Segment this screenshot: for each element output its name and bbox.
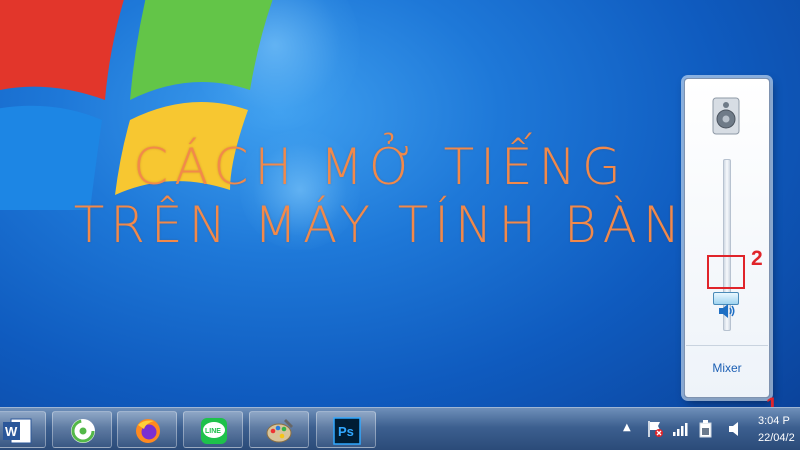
svg-text:W: W	[5, 424, 18, 439]
show-hidden-icons-chevron-icon[interactable]: ▲	[623, 422, 631, 433]
clock-date: 22/04/2	[758, 432, 795, 444]
taskbar-paint-button[interactable]	[249, 411, 309, 448]
app-icon	[71, 419, 95, 443]
volume-tray-icon[interactable]	[727, 420, 743, 438]
taskbar-firefox-button[interactable]	[117, 411, 177, 448]
desktop-background: CÁCH MỞ TIẾNG TRÊN MÁY TÍNH BÀN 2 Mixer …	[0, 0, 800, 450]
paint-icon	[266, 419, 293, 443]
taskbar-photoshop-button[interactable]: Ps	[316, 411, 376, 448]
volume-flyout: 2 Mixer	[684, 78, 770, 398]
action-center-flag-icon[interactable]	[646, 420, 664, 438]
taskbar: W LINE Ps ▲ 3:04 P 22/04/2	[0, 407, 800, 450]
clock-time: 3:04 P	[758, 415, 790, 427]
mixer-link[interactable]: Mixer	[685, 361, 769, 375]
speaker-device-icon[interactable]	[707, 97, 745, 135]
highlight-box-step-2	[707, 255, 745, 289]
flyout-divider	[686, 345, 768, 346]
taskbar-word-button[interactable]: W	[0, 411, 46, 448]
line-icon: LINE	[201, 418, 227, 444]
word-icon: W	[3, 418, 32, 444]
system-clock[interactable]: 3:04 P 22/04/2	[758, 413, 795, 447]
photoshop-logo-text: Ps	[338, 424, 354, 439]
taskbar-line-button[interactable]: LINE	[183, 411, 243, 448]
taskbar-app-button[interactable]	[52, 411, 112, 448]
speaker-mute-toggle-icon[interactable]	[718, 303, 736, 319]
network-signal-icon[interactable]	[672, 420, 690, 438]
windows-logo	[0, 0, 273, 210]
step-2-marker: 2	[751, 247, 763, 270]
photoshop-icon: Ps	[333, 417, 361, 445]
firefox-icon	[136, 419, 160, 443]
battery-device-icon[interactable]	[698, 420, 714, 438]
line-logo-text: LINE	[205, 428, 221, 435]
